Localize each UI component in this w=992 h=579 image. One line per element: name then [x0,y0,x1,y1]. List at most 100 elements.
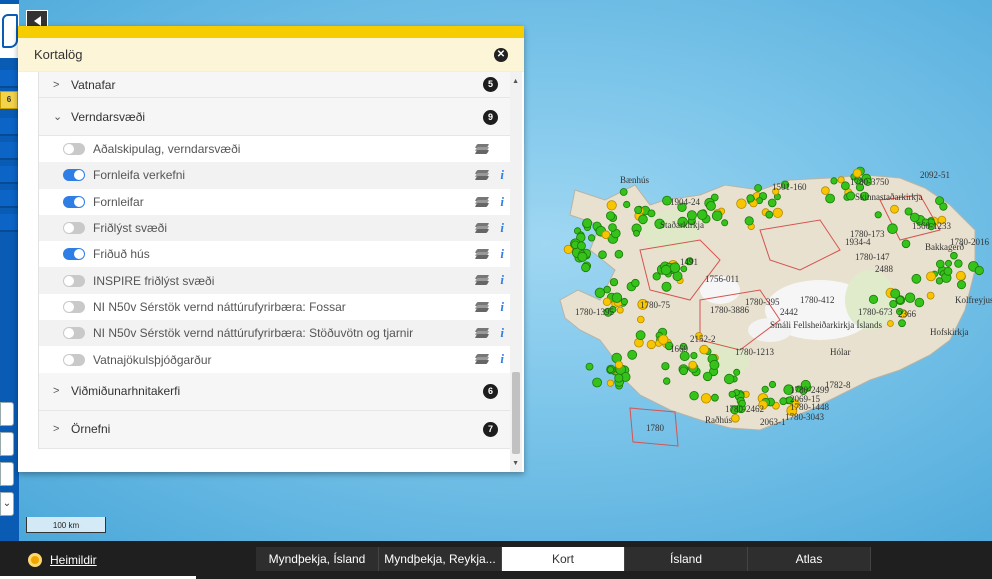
map-marker[interactable] [587,234,596,242]
map-marker[interactable] [619,188,628,196]
map-marker[interactable] [631,278,640,288]
scroll-down-icon[interactable]: ▼ [512,460,519,467]
layer-row[interactable]: Fornleifar i [39,188,510,215]
scrollbar-thumb[interactable] [512,372,520,454]
map-marker[interactable] [950,251,958,260]
map-marker[interactable] [661,281,672,292]
map-marker[interactable] [896,295,905,304]
sources-link[interactable]: Heimildir [28,553,97,567]
map-marker[interactable] [633,229,640,237]
map-marker[interactable] [647,209,656,218]
basemap-button[interactable]: Myndþekja, Ísland [256,547,379,571]
zoom-out-button[interactable] [0,432,14,456]
map-marker[interactable] [605,211,616,221]
layer-toggle[interactable] [63,327,85,340]
map-marker[interactable] [711,393,719,402]
map-marker[interactable] [825,193,835,204]
layers-icon[interactable] [474,144,490,154]
layer-row[interactable]: INSPIRE friðlýst svæði i [39,267,510,294]
info-icon[interactable]: i [500,220,504,236]
map-marker[interactable] [943,266,953,276]
map-marker[interactable] [616,306,624,314]
layer-toggle[interactable] [63,300,85,313]
scroll-up-icon[interactable]: ▲ [512,78,519,85]
map-marker[interactable] [660,264,672,276]
map-marker[interactable] [598,250,607,260]
map-marker[interactable] [830,177,838,185]
info-icon[interactable]: i [500,246,504,262]
info-icon[interactable]: i [500,167,504,183]
map-marker[interactable] [638,214,648,225]
layer-count-badge[interactable]: 6 [0,91,18,109]
layers-icon[interactable] [474,328,490,339]
map-marker[interactable] [709,359,720,370]
map-marker[interactable] [887,320,894,327]
map-marker[interactable] [577,251,588,262]
map-marker[interactable] [911,273,922,284]
map-marker[interactable] [887,223,898,235]
map-marker[interactable] [663,377,671,385]
basemap-button[interactable]: Ísland [625,547,748,571]
map-marker[interactable] [699,344,709,355]
map-marker[interactable] [898,319,906,328]
map-marker[interactable] [577,241,586,251]
layers-icon[interactable] [474,170,490,181]
map-marker[interactable] [926,291,935,300]
group-ornefni[interactable]: > Örnefni 7 [39,410,510,449]
map-marker[interactable] [904,207,913,216]
layer-toggle[interactable] [63,222,85,235]
map-marker[interactable] [688,360,697,370]
map-marker[interactable] [581,262,591,273]
map-marker[interactable] [690,351,698,360]
layer-row[interactable]: NI N50v Sérstök vernd náttúrufyrirbæra: … [39,293,510,321]
zoom-in-button[interactable] [0,402,14,426]
map-marker[interactable] [846,191,856,201]
toolbar-button[interactable] [0,214,19,232]
map-marker[interactable] [945,259,953,267]
map-marker[interactable] [724,373,735,385]
map-marker[interactable] [874,211,882,219]
group-vidmidunarhnitakerfi[interactable]: > Viðmiðunarhnitakerfi 6 [39,372,510,411]
map-marker[interactable] [627,349,638,360]
layers-icon[interactable] [474,354,490,365]
map-marker[interactable] [939,202,948,211]
map-marker[interactable] [914,297,925,308]
layer-row[interactable]: Aðalskipulag, verndarsvæði [39,136,510,163]
toolbar-button[interactable] [0,70,19,88]
map-marker[interactable] [765,210,774,219]
info-icon[interactable]: i [500,351,504,367]
home-button[interactable] [0,462,14,486]
map-marker[interactable] [957,280,967,290]
info-icon[interactable]: i [500,272,504,288]
layer-row[interactable]: NI N50v Sérstök vernd náttúrufyrirbæra: … [39,320,510,347]
map-marker[interactable] [868,294,879,304]
map-marker[interactable] [728,390,736,398]
map-marker[interactable] [606,200,617,211]
layer-toggle[interactable] [63,274,85,287]
map-marker[interactable] [754,184,762,192]
map-marker[interactable] [744,216,754,226]
map-marker[interactable] [611,292,623,303]
map-marker[interactable] [669,262,681,274]
info-icon[interactable]: i [500,194,504,210]
map-marker[interactable] [623,200,631,209]
map-marker[interactable] [852,168,862,178]
layer-toggle[interactable] [63,143,85,156]
map-marker[interactable] [620,297,629,306]
map-marker[interactable] [768,380,777,389]
map-marker[interactable] [955,270,966,281]
map-marker[interactable] [721,219,729,227]
layers-icon[interactable] [474,196,490,207]
map-marker[interactable] [779,397,788,406]
chevron-down-icon[interactable]: ⌄ [0,492,14,516]
map-marker[interactable] [890,204,899,214]
map-marker[interactable] [658,334,669,345]
info-icon[interactable]: i [500,325,504,341]
map-marker[interactable] [585,362,594,371]
layers-icon[interactable] [474,275,490,286]
map-marker[interactable] [702,371,713,382]
map-marker[interactable] [935,259,945,269]
layer-toggle[interactable] [63,195,85,208]
map-marker[interactable] [974,265,984,276]
map-marker[interactable] [904,292,916,303]
